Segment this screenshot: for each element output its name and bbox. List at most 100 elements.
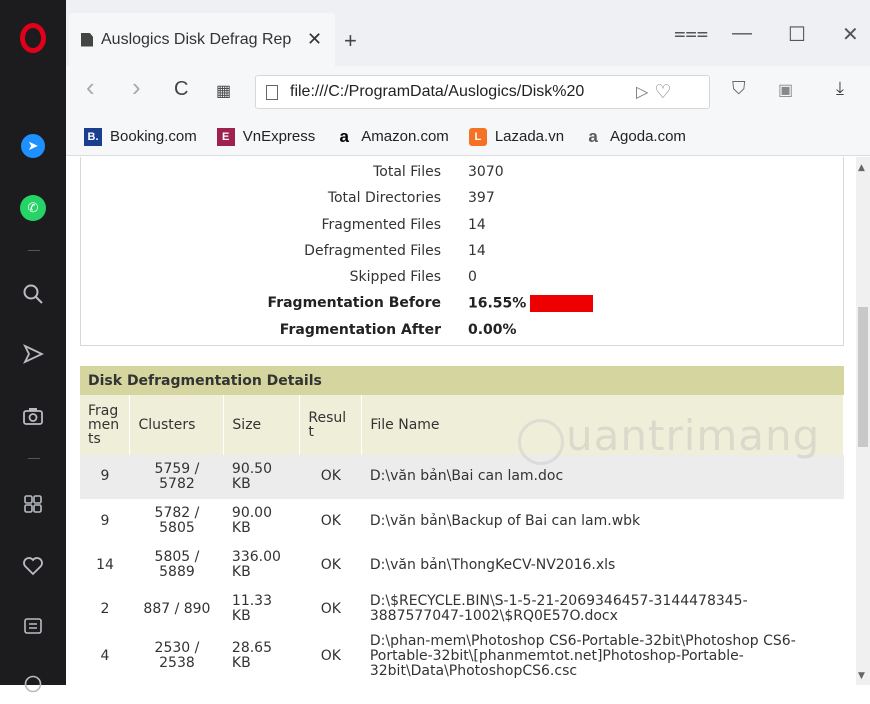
col-header-clusters[interactable]: Clusters [129, 395, 225, 455]
document-icon [81, 32, 93, 47]
summary-value: 14 [468, 243, 486, 259]
summary-value: 397 [468, 190, 495, 206]
col-header-filename[interactable]: File Name [361, 395, 844, 455]
tab-active[interactable]: Auslogics Disk Defrag Rep ✕ [69, 13, 335, 66]
bookmark-label: Lazada.vn [494, 128, 565, 145]
opera-sidebar: ➤ ✆ [0, 0, 66, 693]
cell-clusters: 887 / 890 [129, 587, 224, 632]
cell-fragments: 9 [80, 499, 130, 544]
cell-filename: D:\$RECYCLE.BIN\S-1-5-21-2069346457-3144… [361, 587, 844, 632]
cell-size: 11.33 KB [223, 587, 300, 632]
bookmark-amazon[interactable]: a Amazon.com [335, 126, 449, 146]
maximize-button[interactable]: ☐ [788, 22, 806, 47]
reload-button[interactable]: C [174, 78, 188, 101]
bookmark-lazada[interactable]: L Lazada.vn [468, 127, 565, 146]
page-icon [266, 84, 278, 100]
bookmarks-bar: B. Booking.com E VnExpress a Amazon.com … [66, 118, 870, 156]
tab-title: Auslogics Disk Defrag Rep [101, 30, 292, 48]
search-icon[interactable] [0, 274, 66, 314]
scroll-down-arrow-icon[interactable]: ▼ [858, 671, 865, 681]
bookmark-booking[interactable]: B. Booking.com [84, 127, 197, 146]
col-header-result[interactable]: Resul t [299, 395, 363, 455]
details-title: Disk Defragmentation Details [80, 366, 844, 395]
speed-dial-icon[interactable] [0, 484, 66, 524]
cell-size: 90.00 KB [223, 499, 300, 544]
whatsapp-icon[interactable]: ✆ [0, 188, 66, 228]
summary-label: Fragmentation After [279, 322, 441, 338]
summary-row: Total Directories 397 [81, 190, 845, 212]
cell-result: OK [299, 499, 362, 544]
cell-result: OK [299, 543, 362, 588]
page-content: Total Files 3070 Total Directories 397 Fra… [66, 157, 856, 685]
scroll-up-arrow-icon[interactable]: ▲ [858, 163, 865, 173]
vpn-icon[interactable]: ⛉ [732, 78, 746, 99]
amazon-icon: a [339, 126, 349, 146]
clock-icon[interactable] [0, 664, 66, 704]
cell-size: 90.50 KB [223, 455, 300, 500]
minimize-button[interactable]: — [732, 22, 752, 45]
messenger-icon[interactable]: ➤ [0, 126, 66, 166]
close-window-button[interactable]: ✕ [842, 22, 859, 47]
cell-size: 336.00 KB [223, 543, 300, 588]
camera-icon[interactable] [0, 396, 66, 436]
summary-box: Total Files 3070 Total Directories 397 Fra… [80, 157, 844, 346]
summary-value: 3070 [468, 164, 504, 180]
summary-value: 14 [468, 217, 486, 233]
tab-bar: Auslogics Disk Defrag Rep ✕ + ⩶ — ☐ ✕ [66, 0, 870, 66]
new-tab-button[interactable]: + [344, 28, 357, 54]
col-header-fragments[interactable]: Frag men ts [80, 395, 131, 455]
cell-fragments: 2 [80, 587, 130, 632]
cell-clusters: 5805 / 5889 [129, 543, 224, 588]
url-field[interactable]: file:///C:/ProgramData/Auslogics/Disk%20… [255, 75, 710, 109]
send-icon[interactable] [0, 334, 66, 374]
table-row: 9 5759 / 5782 90.50 KB OK D:\văn bản\Bai… [80, 455, 844, 500]
snapshot-icon[interactable]: ▣ [778, 80, 793, 100]
tabs-grid-icon[interactable]: ▦ [216, 81, 231, 101]
cell-filename: D:\văn bản\ThongKeCV-NV2016.xls [361, 543, 844, 588]
summary-value: 0.00% [468, 322, 517, 338]
details-table: Frag men ts Clusters Size Resul t File N… [80, 395, 844, 682]
cell-size: 28.65 KB [223, 631, 300, 682]
download-icon[interactable]: ⤓ [836, 78, 844, 99]
summary-row: Fragmented Files 14 [81, 217, 845, 239]
cell-clusters: 2530 / 2538 [129, 631, 224, 682]
summary-row: Fragmentation After 0.00% [81, 322, 845, 344]
forward-button[interactable]: › [132, 72, 141, 103]
cell-fragments: 14 [80, 543, 130, 588]
scrollbar-thumb[interactable] [858, 307, 868, 447]
summary-row: Total Files 3070 [81, 164, 845, 186]
heart-icon[interactable] [0, 546, 66, 586]
summary-label: Fragmented Files [321, 217, 441, 233]
bookmark-label: VnExpress [242, 128, 316, 145]
cell-result: OK [299, 455, 362, 500]
summary-value-with-bar: 16.55% [468, 295, 594, 312]
bookmark-vnexpress[interactable]: E VnExpress [216, 127, 316, 146]
table-row: 4 2530 / 2538 28.65 KB OK D:\phan-mem\Ph… [80, 631, 844, 682]
bookmark-heart-icon[interactable]: ♡ [654, 81, 671, 104]
bookmark-agoda[interactable]: a Agoda.com [584, 127, 686, 146]
cell-clusters: 5782 / 5805 [129, 499, 224, 544]
table-row: 14 5805 / 5889 336.00 KB OK D:\văn bản\T… [80, 543, 844, 588]
opera-logo[interactable] [0, 18, 66, 58]
cell-filename: D:\văn bản\Backup of Bai can lam.wbk [361, 499, 844, 544]
summary-label: Total Files [373, 164, 441, 180]
fragmentation-before-value: 16.55% [468, 295, 527, 312]
col-header-size[interactable]: Size [223, 395, 301, 455]
url-text[interactable]: file:///C:/ProgramData/Auslogics/Disk%20 [290, 83, 630, 101]
table-row: 9 5782 / 5805 90.00 KB OK D:\văn bản\Bac… [80, 499, 844, 544]
browser-window: Auslogics Disk Defrag Rep ✕ + ⩶ — ☐ ✕ ‹ … [66, 0, 870, 685]
address-bar: ‹ › C ▦ file:///C:/ProgramData/Auslogics… [66, 66, 870, 118]
tab-close-icon[interactable]: ✕ [307, 29, 322, 50]
cell-clusters: 5759 / 5782 [129, 455, 224, 500]
send-page-icon[interactable]: ▷ [636, 82, 648, 102]
summary-label: Skipped Files [349, 269, 441, 285]
bookmark-label: Agoda.com [610, 128, 686, 145]
back-button[interactable]: ‹ [86, 72, 95, 103]
easy-setup-icon[interactable]: ⩶ [674, 22, 708, 45]
summary-label: Defragmented Files [304, 243, 441, 259]
news-icon[interactable] [0, 606, 66, 646]
lazada-icon: L [468, 127, 487, 146]
page-scrollbar[interactable]: ▲ ▼ [856, 157, 870, 685]
summary-label: Total Directories [327, 190, 441, 206]
sidebar-divider [28, 250, 40, 251]
